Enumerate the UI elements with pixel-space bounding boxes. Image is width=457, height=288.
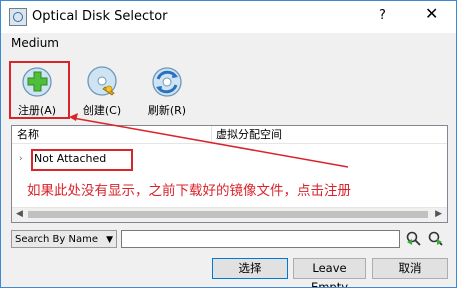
chevron-down-icon: ▼ — [106, 235, 113, 245]
refresh-icon — [152, 67, 182, 97]
choose-button[interactable]: 选择 — [212, 258, 288, 279]
not-attached-highlight — [31, 149, 133, 171]
disk-app-icon — [9, 8, 27, 26]
medium-menu[interactable]: Medium — [11, 36, 59, 50]
optical-disk-selector-window: Optical Disk Selector ? ✕ Medium 注册(A) 创… — [0, 0, 457, 288]
column-header-name[interactable]: 名称 — [12, 126, 212, 144]
cancel-button[interactable]: 取消 — [372, 258, 448, 279]
search-mode-label: Search By Name — [15, 234, 98, 245]
create-disk-icon — [87, 66, 117, 96]
scroll-thumb[interactable] — [28, 211, 428, 218]
refresh-button[interactable]: 刷新(R) — [143, 65, 191, 117]
window-title: Optical Disk Selector — [32, 9, 168, 24]
scroll-right-arrow-icon[interactable]: ▶ — [435, 209, 442, 219]
annotation-text: 如果此处没有显示，之前下载好的镜像文件，点击注册 — [27, 183, 351, 199]
create-label: 创建(C) — [82, 104, 122, 117]
close-button[interactable]: ✕ — [425, 4, 438, 23]
add-button-highlight — [9, 61, 70, 119]
help-button[interactable]: ? — [379, 8, 386, 23]
expand-chevron-icon[interactable]: › — [19, 150, 23, 168]
search-mode-dropdown[interactable]: Search By Name ▼ — [11, 230, 117, 248]
create-disk-button[interactable]: 创建(C) — [78, 65, 126, 117]
scroll-left-arrow-icon[interactable]: ◀ — [16, 209, 23, 219]
leave-empty-button[interactable]: Leave Empty — [293, 258, 366, 287]
title-bar: Optical Disk Selector ? ✕ — [1, 1, 456, 33]
horizontal-scrollbar[interactable]: ◀ ▶ — [12, 207, 447, 222]
refresh-label: 刷新(R) — [147, 104, 187, 117]
search-next-icon[interactable] — [427, 231, 443, 247]
search-prev-icon[interactable] — [406, 231, 422, 247]
column-header-virtual-size[interactable]: 虚拟分配空间 — [212, 126, 447, 144]
media-list[interactable]: 名称 虚拟分配空间 › Not Attached ◀ ▶ — [11, 125, 448, 223]
search-input[interactable] — [121, 230, 400, 248]
